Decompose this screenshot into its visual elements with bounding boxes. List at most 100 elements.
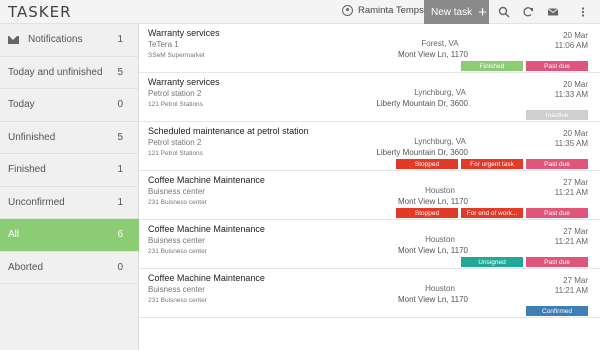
sidebar-item-unfinished[interactable]: Unfinished 5 xyxy=(0,122,139,154)
task-client: Buisness center xyxy=(148,285,205,294)
task-row[interactable]: Coffee Machine Maintenance Buisness cente… xyxy=(139,220,600,269)
sidebar-item-count: 5 xyxy=(117,131,123,143)
sidebar-item-label: Unconfirmed xyxy=(8,196,65,208)
status-badges: Inactive xyxy=(526,110,588,120)
sidebar-item-label: All xyxy=(8,229,20,241)
status-badges: Confirmed xyxy=(526,306,588,316)
status-badge: For urgent task xyxy=(461,159,523,169)
more-vert-icon[interactable] xyxy=(576,5,590,19)
top-bar: TASKER Raminta Temps New task + xyxy=(0,0,600,24)
status-badge: Stopped xyxy=(396,159,458,169)
task-time: 11:21 AM xyxy=(554,286,588,295)
task-time: 11:33 AM xyxy=(554,90,588,99)
task-city: Houston xyxy=(425,186,455,195)
task-city: Lynchburg, VA xyxy=(414,88,466,97)
status-badges: Stopped For end of work... Past due xyxy=(396,208,588,218)
task-date: 27 Mar xyxy=(563,178,588,187)
task-site: 231 Buisness center xyxy=(148,199,207,206)
new-task-label: New task xyxy=(431,6,473,18)
sidebar-item-label: Notifications xyxy=(28,34,83,46)
task-time: 11:21 AM xyxy=(554,188,588,197)
task-title: Scheduled maintenance at petrol station xyxy=(148,126,309,136)
status-badges: Unsigned Past due xyxy=(461,257,588,267)
task-city: Houston xyxy=(425,284,455,293)
task-site: SSeM Supermarket xyxy=(148,52,205,59)
sidebar-item-label: Finished xyxy=(8,164,46,176)
plus-icon: + xyxy=(478,3,487,21)
task-row[interactable]: Warranty services Petrol station 2 121 Pet… xyxy=(139,73,600,122)
task-city: Houston xyxy=(425,235,455,244)
task-row[interactable]: Coffee Machine Maintenance Buisness cente… xyxy=(139,269,600,318)
task-site: 231 Buisness center xyxy=(148,297,207,304)
task-client: Buisness center xyxy=(148,236,205,245)
sidebar-item-count: 6 xyxy=(117,229,123,241)
task-date: 27 Mar xyxy=(563,227,588,236)
status-badge: Past due xyxy=(526,159,588,169)
status-badge: Past due xyxy=(526,61,588,71)
task-address: Mont View Ln, 1170 xyxy=(398,246,468,255)
task-site: 231 Buisness center xyxy=(148,248,207,255)
task-time: 11:35 AM xyxy=(554,139,588,148)
user-name: Raminta Temps xyxy=(358,5,424,16)
status-badge: Past due xyxy=(526,257,588,267)
sidebar-item-aborted[interactable]: Aborted 0 xyxy=(0,252,139,284)
status-badges: Finished Past due xyxy=(461,61,588,71)
task-row[interactable]: Coffee Machine Maintenance Buisness cente… xyxy=(139,171,600,220)
user-menu[interactable]: Raminta Temps xyxy=(342,5,424,16)
task-city: Lynchburg, VA xyxy=(414,137,466,146)
task-address: Mont View Ln, 1170 xyxy=(398,295,468,304)
sidebar-item-notifications[interactable]: Notifications 1 xyxy=(0,24,139,57)
task-time: 11:06 AM xyxy=(554,41,588,50)
mail-icon xyxy=(8,35,19,44)
task-row[interactable]: Scheduled maintenance at petrol station P… xyxy=(139,122,600,171)
task-client: TeTera 1 xyxy=(148,40,179,49)
sidebar-item-today[interactable]: Today 0 xyxy=(0,89,139,122)
status-badge: Finished xyxy=(461,61,523,71)
task-client: Buisness center xyxy=(148,187,205,196)
sidebar-item-today-and-unfinished[interactable]: Today and unfinished 5 xyxy=(0,57,139,89)
task-title: Coffee Machine Maintenance xyxy=(148,273,265,283)
sidebar: Notifications 1 Today and unfinished 5 T… xyxy=(0,24,139,350)
status-badge: Inactive xyxy=(526,110,588,120)
task-date: 20 Mar xyxy=(563,80,588,89)
sidebar-item-count: 0 xyxy=(117,99,123,111)
sidebar-item-count: 1 xyxy=(117,34,123,46)
task-address: Liberty Mountain Dr, 3600 xyxy=(376,99,468,108)
status-badge: Confirmed xyxy=(526,306,588,316)
task-city: Forest, VA xyxy=(421,39,459,48)
sidebar-item-count: 0 xyxy=(117,261,123,273)
task-date: 20 Mar xyxy=(563,31,588,40)
sidebar-item-all[interactable]: All 6 xyxy=(0,219,139,252)
new-task-button[interactable]: New task + xyxy=(424,0,489,24)
task-address: Mont View Ln, 1170 xyxy=(398,50,468,59)
mail-icon[interactable] xyxy=(546,5,560,19)
task-title: Coffee Machine Maintenance xyxy=(148,224,265,234)
task-title: Warranty services xyxy=(148,77,220,87)
task-date: 27 Mar xyxy=(563,276,588,285)
status-badge: For end of work... xyxy=(461,208,523,218)
sidebar-item-unconfirmed[interactable]: Unconfirmed 1 xyxy=(0,187,139,219)
task-title: Warranty services xyxy=(148,28,220,38)
sidebar-item-count: 1 xyxy=(117,196,123,208)
status-badge: Unsigned xyxy=(461,257,523,267)
task-time: 11:21 AM xyxy=(554,237,588,246)
status-badge: Past due xyxy=(526,208,588,218)
task-row[interactable]: Warranty services TeTera 1 SSeM Supermarke… xyxy=(139,24,600,73)
search-icon[interactable] xyxy=(497,5,511,19)
sidebar-item-count: 5 xyxy=(117,66,123,78)
user-icon xyxy=(342,5,353,16)
sidebar-item-finished[interactable]: Finished 1 xyxy=(0,154,139,187)
status-badge: Stopped xyxy=(396,208,458,218)
refresh-icon[interactable] xyxy=(521,5,535,19)
app-logo: TASKER xyxy=(8,3,72,21)
sidebar-item-count: 1 xyxy=(117,164,123,176)
task-title: Coffee Machine Maintenance xyxy=(148,175,265,185)
sidebar-item-label: Today xyxy=(8,99,35,111)
task-address: Mont View Ln, 1170 xyxy=(398,197,468,206)
task-site: 121 Petrol Stations xyxy=(148,101,203,108)
task-list: Warranty services TeTera 1 SSeM Supermarke… xyxy=(139,24,600,350)
task-client: Petrol station 2 xyxy=(148,138,202,147)
task-client: Petrol station 2 xyxy=(148,89,202,98)
sidebar-item-label: Aborted xyxy=(8,261,44,273)
sidebar-item-label: Today and unfinished xyxy=(8,66,103,78)
